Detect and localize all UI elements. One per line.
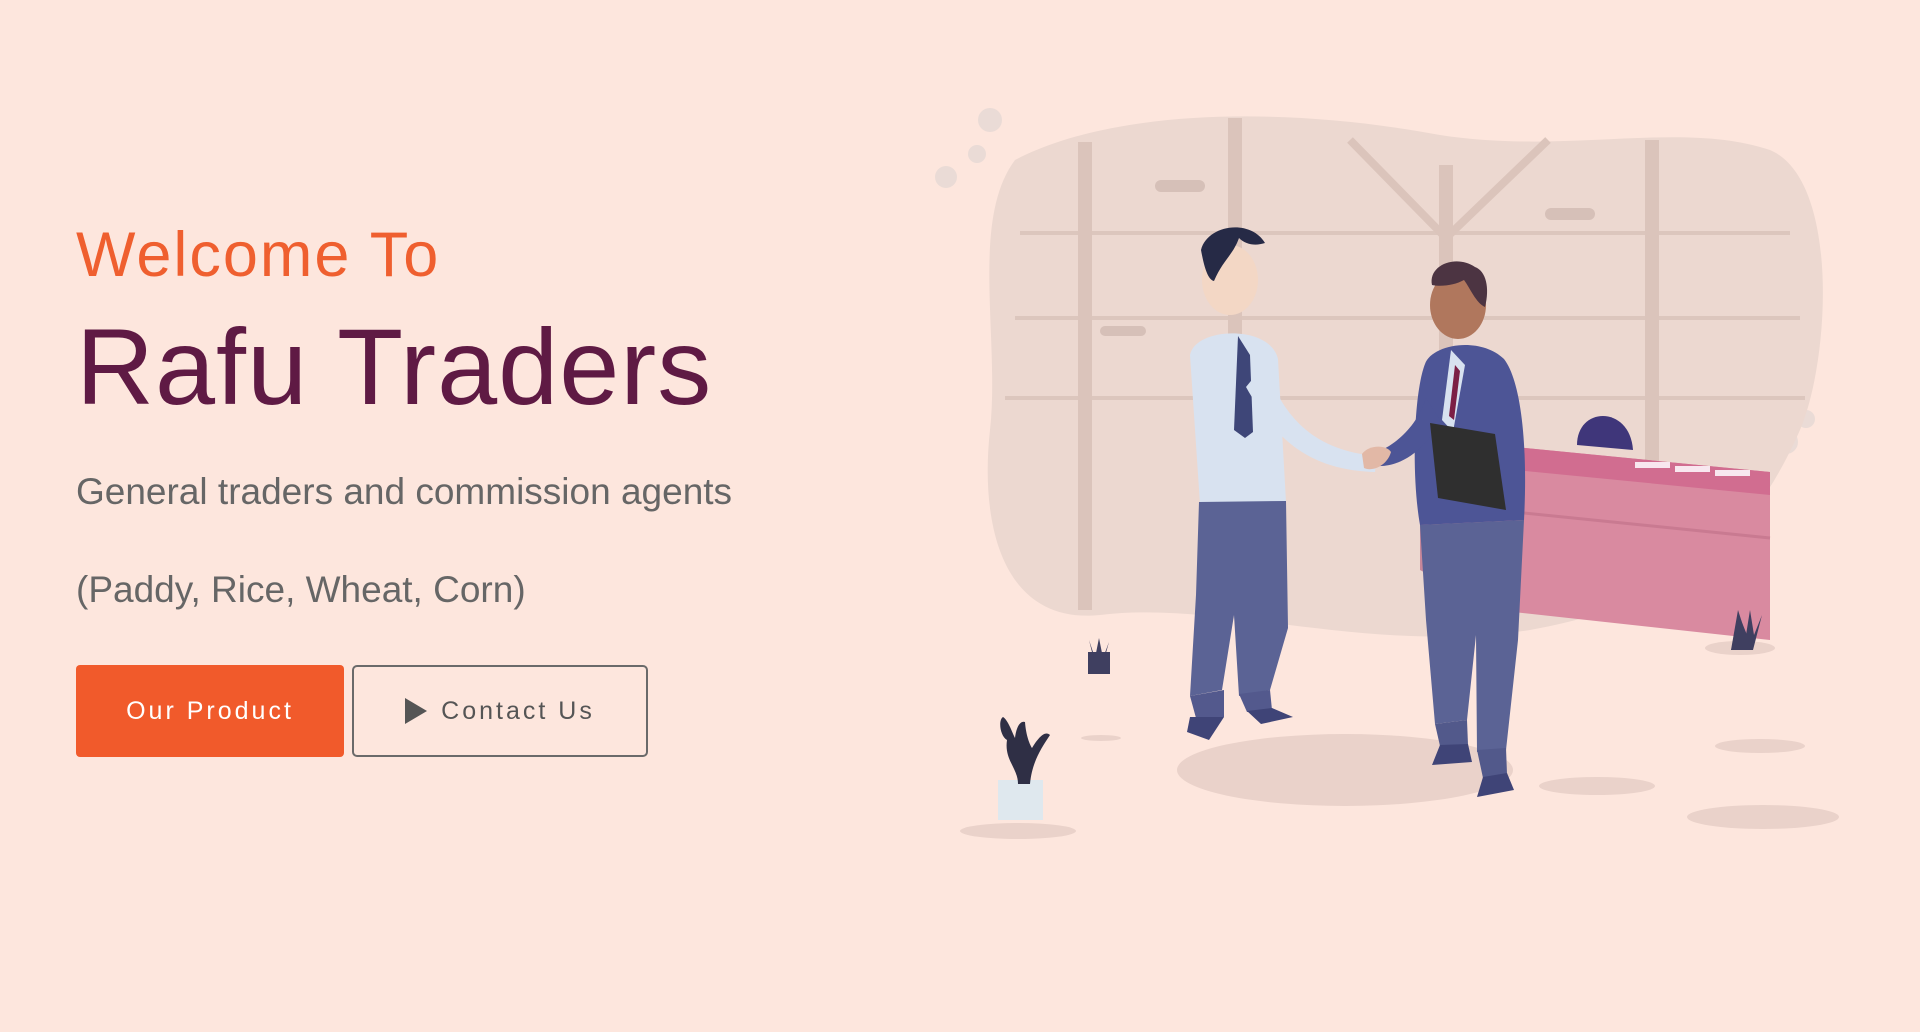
our-product-button[interactable]: Our Product [76,665,344,757]
product-list: (Paddy, Rice, Wheat, Corn) [76,569,526,610]
tagline: General traders and commission agents [76,471,733,512]
welcome-heading: Welcome To [76,220,441,290]
brand-title: Rafu Traders [76,306,713,427]
hero-section: Welcome To Rafu Traders General traders … [0,0,1920,1032]
contact-us-label: Contact Us [441,696,595,725]
business-handshake-illustration [935,108,1839,839]
hero-actions: Our Product Contact Us [76,665,836,757]
play-icon [405,698,428,724]
hero-text: Welcome To Rafu Traders General traders … [76,215,836,757]
contact-us-button[interactable]: Contact Us [352,665,648,757]
